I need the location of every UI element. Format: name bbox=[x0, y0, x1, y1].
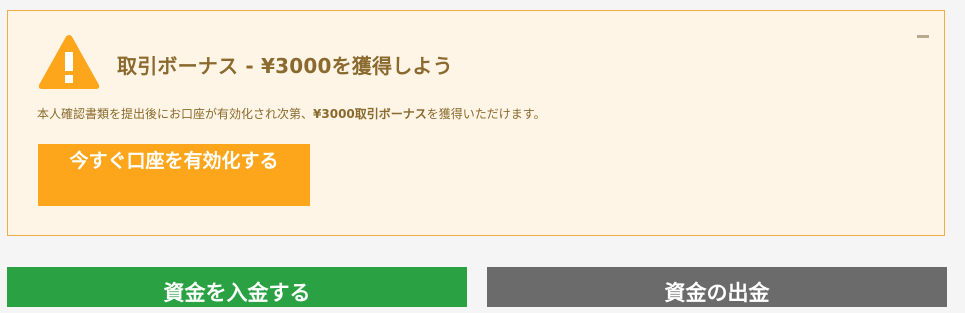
activate-account-button[interactable]: 今すぐ口座を有効化する bbox=[38, 144, 310, 206]
banner-title: 取引ボーナス - ¥3000を獲得しよう bbox=[117, 54, 453, 78]
deposit-funds-button[interactable]: 資金を入金する bbox=[7, 267, 467, 307]
description-suffix: を獲得いただけます。 bbox=[426, 107, 546, 121]
banner-description: 本人確認書類を提出後にお口座が有効化され次第、¥3000取引ボーナスを獲得いただ… bbox=[37, 105, 546, 122]
bonus-amount-text: ¥3000取引ボーナス bbox=[313, 107, 427, 121]
withdraw-funds-button[interactable]: 資金の出金 bbox=[487, 267, 947, 307]
minimize-icon[interactable] bbox=[917, 35, 929, 38]
bonus-banner: 取引ボーナス - ¥3000を獲得しよう 本人確認書類を提出後にお口座が有効化さ… bbox=[7, 10, 945, 236]
description-prefix: 本人確認書類を提出後にお口座が有効化され次第、 bbox=[37, 107, 314, 121]
warning-icon bbox=[38, 35, 100, 89]
